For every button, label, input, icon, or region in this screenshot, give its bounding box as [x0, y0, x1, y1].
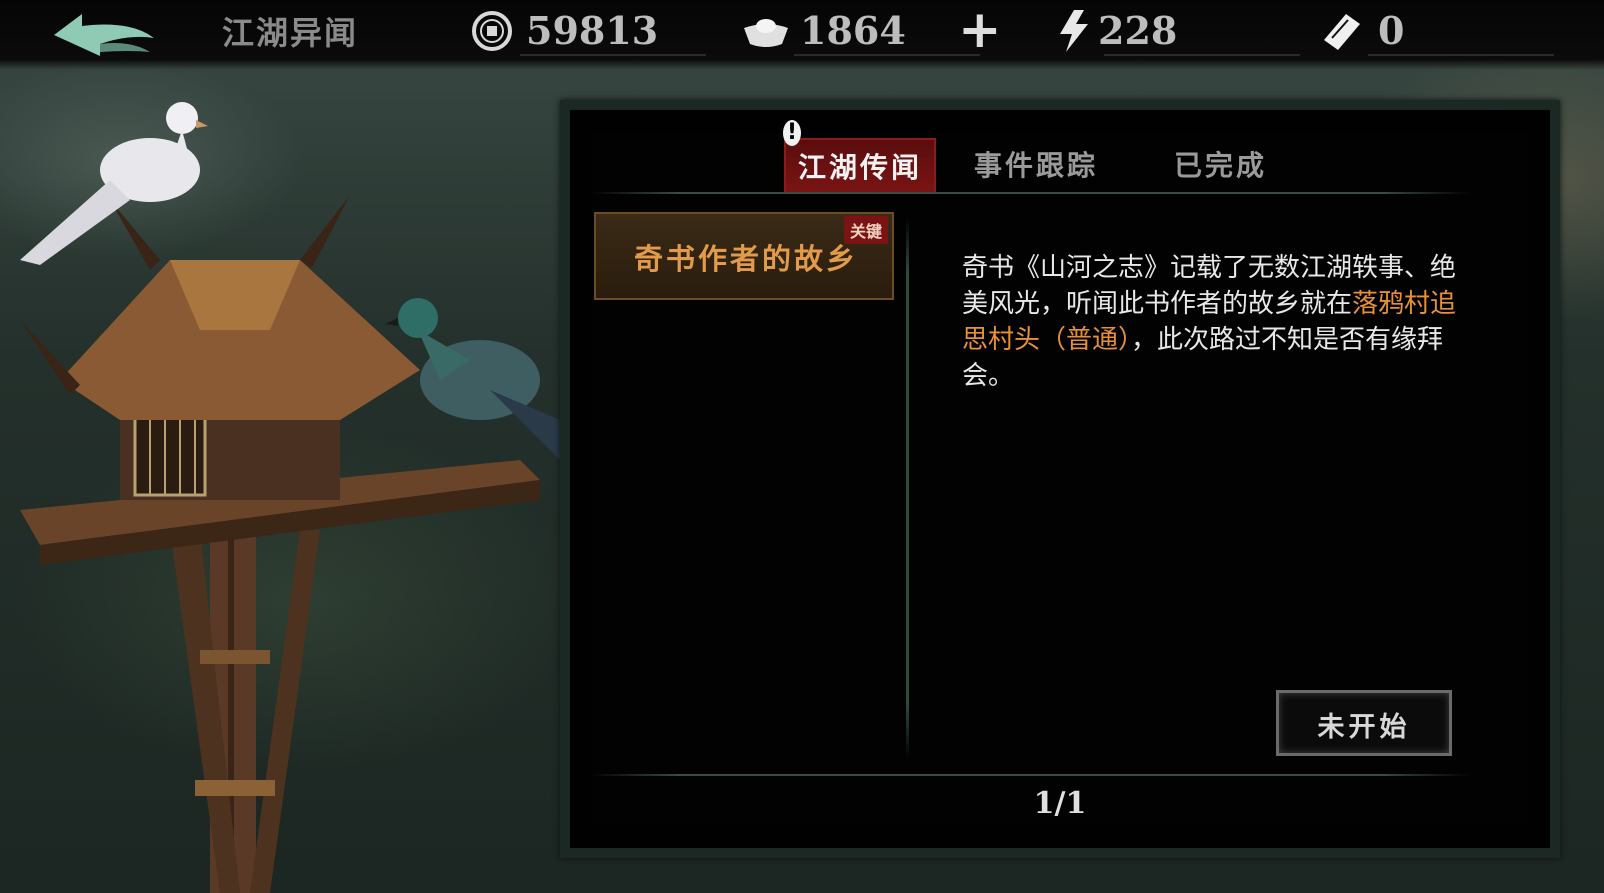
silver-resource: 1864 [742, 6, 982, 56]
quest-list-item[interactable]: 奇书作者的故乡 关键 [594, 212, 894, 300]
ticket-value: 0 [1378, 8, 1405, 53]
not-started-button[interactable]: 未开始 [1276, 690, 1452, 756]
footer-divider [590, 774, 1470, 776]
birdhouse-scene [20, 102, 560, 893]
energy-value: 228 [1098, 8, 1178, 53]
ticket-resource: 0 [1316, 6, 1556, 56]
silver-ingot-icon [744, 19, 788, 47]
tab-rumors[interactable]: 江湖传闻 [784, 138, 937, 194]
page-indicator: 1/1 [1033, 786, 1087, 821]
lightning-icon [1060, 10, 1088, 52]
add-silver-button[interactable]: + [958, 4, 1002, 56]
ticket-icon [1324, 14, 1360, 50]
back-arrow-icon[interactable] [50, 8, 160, 62]
coin-resource: 59813 [468, 6, 708, 56]
silver-value: 1864 [800, 8, 906, 53]
tab-event-tracking[interactable]: 事件跟踪 [974, 144, 1098, 184]
copper-coin-icon [472, 11, 512, 51]
status-label: 未开始 [1317, 712, 1411, 743]
top-bar: 江湖异闻 59813 1864 + 228 0 [0, 0, 1604, 70]
page-title: 江湖异闻 [222, 14, 359, 52]
quest-description: 奇书《山河之志》记载了无数江湖轶事、绝美风光，听闻此书作者的故乡就在落鸦村追思村… [962, 250, 1462, 394]
coin-value: 59813 [526, 8, 659, 53]
tab-completed[interactable]: 已完成 [1174, 144, 1267, 184]
tab-divider [590, 192, 1470, 194]
alert-mark-icon: ! [783, 120, 801, 146]
quest-panel: 江湖传闻 ! 事件跟踪 已完成 奇书作者的故乡 关键 奇书《山河之志》记载了无数… [560, 100, 1560, 858]
key-quest-badge: 关键 [843, 216, 888, 244]
energy-resource: 228 [1052, 6, 1300, 56]
quest-title: 奇书作者的故乡 [634, 242, 859, 276]
column-divider [906, 218, 909, 758]
